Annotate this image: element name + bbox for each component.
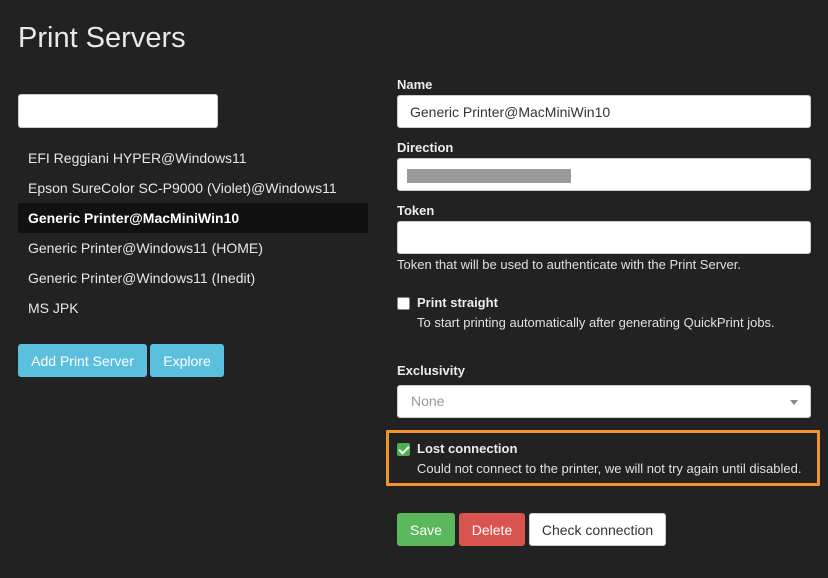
exclusivity-select[interactable]: None — [397, 385, 811, 418]
list-item[interactable]: Epson SureColor SC-P9000 (Violet)@Window… — [18, 173, 368, 203]
print-straight-checkbox[interactable] — [397, 297, 410, 310]
list-item[interactable]: Generic Printer@Windows11 (Inedit) — [18, 263, 368, 293]
print-straight-description: To start printing automatically after ge… — [417, 315, 775, 330]
list-item[interactable]: MS JPK — [18, 293, 368, 323]
direction-field[interactable] — [397, 158, 811, 191]
name-field[interactable] — [397, 95, 811, 128]
page-title: Print Servers — [18, 22, 186, 54]
redacted-value — [407, 169, 571, 183]
exclusivity-label: Exclusivity — [397, 363, 465, 378]
exclusivity-selected-value: None — [411, 393, 445, 409]
print-straight-label: Print straight — [417, 295, 498, 310]
add-print-server-button[interactable]: Add Print Server — [18, 344, 147, 377]
list-item-selected[interactable]: Generic Printer@MacMiniWin10 — [18, 203, 368, 233]
print-straight-option: Print straight To start printing automat… — [397, 295, 775, 330]
delete-button[interactable]: Delete — [459, 513, 525, 546]
token-field[interactable] — [397, 221, 811, 254]
save-button[interactable]: Save — [397, 513, 455, 546]
list-item[interactable]: EFI Reggiani HYPER@Windows11 — [18, 143, 368, 173]
chevron-down-icon — [790, 400, 798, 405]
explore-button[interactable]: Explore — [150, 344, 224, 377]
token-help-text: Token that will be used to authenticate … — [397, 257, 741, 272]
name-label: Name — [397, 77, 433, 92]
direction-label: Direction — [397, 140, 454, 155]
print-server-list: EFI Reggiani HYPER@Windows11 Epson SureC… — [18, 143, 368, 323]
check-connection-button[interactable]: Check connection — [529, 513, 666, 546]
list-item[interactable]: Generic Printer@Windows11 (HOME) — [18, 233, 368, 263]
lost-connection-highlight — [386, 430, 820, 486]
search-input[interactable] — [18, 94, 218, 128]
token-label: Token — [397, 203, 435, 218]
